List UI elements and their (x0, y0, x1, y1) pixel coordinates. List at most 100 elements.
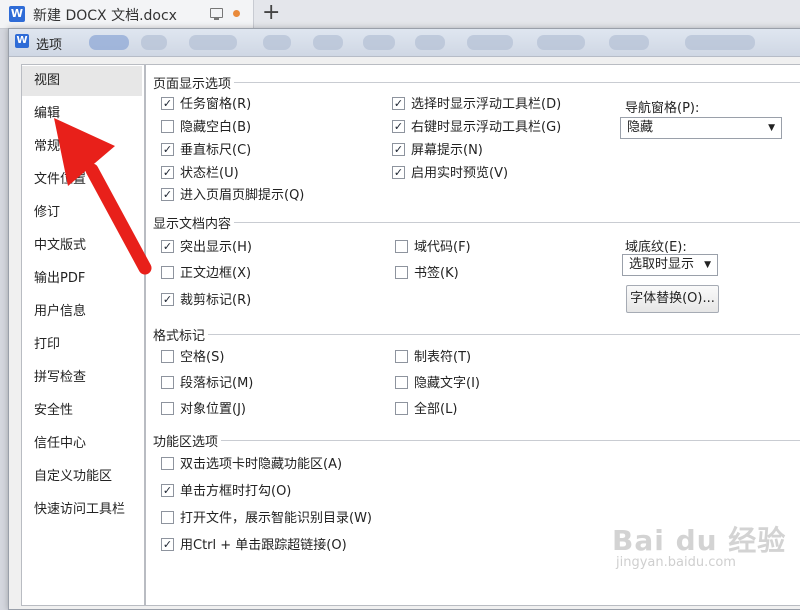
section-title-format-marks: 格式标记 (153, 329, 206, 344)
checkbox-crop-marks[interactable]: ✓ 裁剪标记(R) (161, 292, 251, 310)
document-tab[interactable]: W 新建 DOCX 文档.docx (0, 0, 254, 28)
checkbox-box: ✓ (392, 96, 405, 110)
blurred-ribbon-tab (467, 35, 513, 50)
checkbox-box: ✓ (392, 165, 405, 179)
checkbox-box: ✓ (161, 165, 174, 179)
sidebar-item-spell-check[interactable]: 拼写检查 (22, 363, 142, 393)
checkbox-spaces[interactable]: 空格(S) (161, 349, 224, 367)
blurred-ribbon-tab (141, 35, 167, 50)
field-shading-label: 域底纹(E): (625, 240, 687, 255)
sidebar-item-file-locations[interactable]: 文件位置 (22, 165, 142, 195)
checkbox-task-pane[interactable]: ✓ 任务窗格(R) (161, 96, 251, 114)
checkbox-smart-toc-on-open[interactable]: 打开文件，展示智能识别目录(W) (161, 510, 372, 528)
section-divider (234, 222, 800, 223)
checkbox-box (395, 375, 408, 389)
checkbox-box: ✓ (161, 239, 174, 253)
checkbox-object-anchors[interactable]: 对象位置(J) (161, 401, 246, 419)
checkbox-box: ✓ (161, 537, 174, 551)
baidu-jingyan-watermark: Bai du 经验 jingyan.baidu.com (612, 524, 787, 570)
chevron-down-icon: ▼ (704, 260, 711, 270)
sidebar-item-view[interactable]: 视图 (22, 66, 142, 96)
field-shading-select[interactable]: 选取时显示 ▼ (622, 254, 718, 276)
checkbox-vertical-ruler[interactable]: ✓ 垂直标尺(C) (161, 142, 251, 160)
sidebar-item-export-pdf[interactable]: 输出PDF (22, 264, 142, 294)
checkbox-ctrl-click-hyperlink[interactable]: ✓ 用Ctrl + 单击跟踪超链接(O) (161, 537, 347, 555)
checkbox-box (395, 239, 408, 253)
dialog-titlebar[interactable]: W 选项 (9, 29, 800, 57)
checkbox-box (161, 456, 174, 470)
wps-writer-icon: W (15, 34, 29, 48)
section-title-document-content: 显示文档内容 (153, 217, 232, 232)
checkbox-box (161, 401, 174, 415)
checkbox-box: ✓ (161, 96, 174, 110)
checkbox-all-marks[interactable]: 全部(L) (395, 401, 457, 419)
nav-pane-label: 导航窗格(P): (625, 101, 700, 116)
sidebar-item-edit[interactable]: 编辑 (22, 99, 142, 129)
sidebar-item-security[interactable]: 安全性 (22, 396, 142, 426)
sidebar-item-quick-access-toolbar[interactable]: 快速访问工具栏 (22, 495, 142, 525)
sidebar-item-chinese-layout[interactable]: 中文版式 (22, 231, 142, 261)
checkbox-bookmarks[interactable]: 书签(K) (395, 265, 459, 283)
checkbox-live-preview[interactable]: ✓ 启用实时预览(V) (392, 165, 508, 183)
checkbox-box (395, 265, 408, 279)
checkbox-box: ✓ (161, 187, 174, 201)
checkbox-box: ✓ (161, 292, 174, 306)
checkbox-screen-tips[interactable]: ✓ 屏幕提示(N) (392, 142, 483, 160)
wps-writer-icon: W (9, 6, 25, 22)
blurred-ribbon-tab (415, 35, 445, 50)
checkbox-box (395, 401, 408, 415)
checkbox-box: ✓ (392, 119, 405, 133)
checkbox-paragraph-marks[interactable]: 段落标记(M) (161, 375, 253, 393)
chevron-down-icon: ▼ (768, 123, 775, 133)
checkbox-box (161, 375, 174, 389)
document-tab-title: 新建 DOCX 文档.docx (33, 8, 177, 24)
checkbox-box: ✓ (161, 142, 174, 156)
checkbox-tab-characters[interactable]: 制表符(T) (395, 349, 471, 367)
tab-bar: W 新建 DOCX 文档.docx + (0, 0, 800, 29)
checkbox-floating-toolbar-on-select[interactable]: ✓ 选择时显示浮动工具栏(D) (392, 96, 561, 114)
section-divider (208, 334, 800, 335)
blurred-ribbon-tab (609, 35, 649, 50)
checkbox-box (161, 265, 174, 279)
font-substitution-button[interactable]: 字体替换(O)... (626, 285, 719, 313)
blurred-ribbon-tab (685, 35, 755, 50)
checkbox-box (161, 510, 174, 524)
options-sidebar: 视图 编辑 常规与保存 文件位置 修订 中文版式 输出PDF 用户信息 打印 拼… (21, 64, 145, 606)
sidebar-item-print[interactable]: 打印 (22, 330, 142, 360)
sidebar-item-trust-center[interactable]: 信任中心 (22, 429, 142, 459)
blurred-ribbon-tab (263, 35, 291, 50)
checkbox-click-box-to-check[interactable]: ✓ 单击方框时打勾(O) (161, 483, 291, 501)
blurred-ribbon-tab (537, 35, 585, 50)
blurred-ribbon-tab (89, 35, 129, 50)
checkbox-floating-toolbar-on-right-click[interactable]: ✓ 右键时显示浮动工具栏(G) (392, 119, 561, 137)
checkbox-hidden-text[interactable]: 隐藏文字(I) (395, 375, 480, 393)
checkbox-box: ✓ (392, 142, 405, 156)
checkbox-box (161, 119, 174, 133)
checkbox-status-bar[interactable]: ✓ 状态栏(U) (161, 165, 239, 183)
section-title-page-display: 页面显示选项 (153, 77, 232, 92)
nav-pane-select[interactable]: 隐藏 ▼ (620, 117, 782, 139)
sidebar-item-general-save[interactable]: 常规与保存 (22, 132, 142, 162)
blurred-ribbon-tab (363, 35, 395, 50)
checkbox-double-click-hide-ribbon[interactable]: 双击选项卡时隐藏功能区(A) (161, 456, 342, 474)
section-divider (221, 440, 800, 441)
unsaved-dot-icon (233, 10, 240, 17)
blurred-ribbon-tab (189, 35, 237, 50)
checkbox-box: ✓ (161, 483, 174, 497)
sidebar-item-revisions[interactable]: 修订 (22, 198, 142, 228)
checkbox-header-footer-hint[interactable]: ✓ 进入页眉页脚提示(Q) (161, 187, 304, 205)
new-tab-icon[interactable]: + (262, 1, 280, 25)
checkbox-box (395, 349, 408, 363)
checkbox-text-boundaries[interactable]: 正文边框(X) (161, 265, 251, 283)
dialog-title: 选项 (36, 38, 63, 53)
checkbox-box (161, 349, 174, 363)
section-divider (234, 82, 800, 83)
section-title-ribbon-options: 功能区选项 (153, 435, 219, 450)
sidebar-item-user-info[interactable]: 用户信息 (22, 297, 142, 327)
blurred-ribbon-tab (313, 35, 343, 50)
checkbox-hide-whitespace[interactable]: 隐藏空白(B) (161, 119, 251, 137)
monitor-icon[interactable] (210, 8, 223, 20)
checkbox-field-codes[interactable]: 域代码(F) (395, 239, 471, 257)
sidebar-item-customize-ribbon[interactable]: 自定义功能区 (22, 462, 142, 492)
checkbox-highlight[interactable]: ✓ 突出显示(H) (161, 239, 252, 257)
